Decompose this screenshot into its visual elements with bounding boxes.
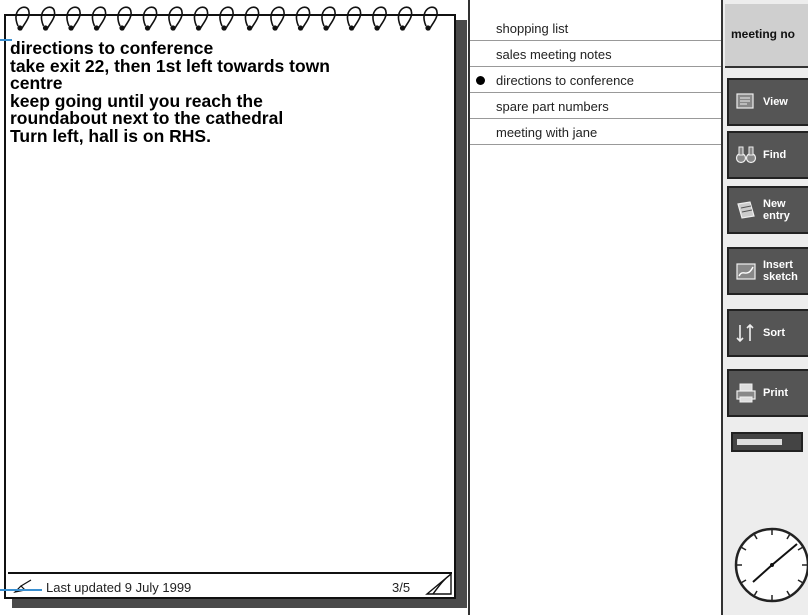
note-line: roundabout next to the cathedral [10,108,284,128]
new-entry-icon [737,201,755,219]
callout-line-footer [0,589,42,591]
toolbar: meeting no View Find New entry Insert sk… [723,0,808,615]
list-item-selected[interactable]: directions to conference [470,68,721,93]
footer-divider [8,572,452,574]
view-button-label: View [763,96,788,108]
page-indicator: 3/5 [392,580,411,595]
find-button-label: Find [763,149,787,161]
note-line: Turn left, hall is on RHS. [10,125,211,146]
print-button-label: Print [763,387,789,399]
printer-icon [736,383,756,403]
find-button[interactable]: Find [727,131,808,179]
note-body[interactable]: directions to conference take exit 22, t… [10,38,450,146]
sort-icon [736,323,754,343]
new-entry-button-label: New entry [763,198,790,222]
list-item-label: meeting with jane [496,125,598,140]
view-button[interactable]: View [727,78,808,126]
last-updated-text: Last updated 9 July 1999 [46,580,192,595]
binoculars-icon [735,146,757,164]
note-line: centre [10,73,63,93]
clock-icon[interactable] [731,524,808,606]
view-icon [736,93,754,109]
list-item-label: spare part numbers [496,99,609,114]
notepad: directions to conference take exit 22, t… [0,0,468,615]
list-item[interactable]: meeting with jane [470,120,721,145]
pen-icon [13,579,32,593]
page-curl-icon[interactable] [425,572,453,596]
battery-indicator [731,432,803,452]
battery-level-bar [737,439,782,445]
list-item-label: sales meeting notes [496,47,612,62]
insert-sketch-button[interactable]: Insert sketch [727,247,808,295]
list-item[interactable]: spare part numbers [470,94,721,119]
list-item-label: directions to conference [496,73,635,88]
print-button[interactable]: Print [727,369,808,417]
selected-bullet-icon [476,76,485,85]
callout-line-title [0,39,12,41]
list-item-label: shopping list [496,21,569,36]
spiral-binding-icon [15,6,438,31]
list-item[interactable]: shopping list [470,16,721,41]
sort-button[interactable]: Sort [727,309,808,357]
list-item[interactable]: sales meeting notes [470,42,721,67]
sketch-icon [736,263,756,280]
entry-list: shopping list sales meeting notes direct… [468,0,723,615]
note-line: take exit 22, then 1st left towards town [10,55,330,76]
sort-button-label: Sort [763,327,785,339]
toolbar-title: meeting no [725,4,808,68]
new-entry-button[interactable]: New entry [727,186,808,234]
note-line: directions to conference [10,38,214,58]
insert-sketch-button-label: Insert sketch [763,259,798,283]
